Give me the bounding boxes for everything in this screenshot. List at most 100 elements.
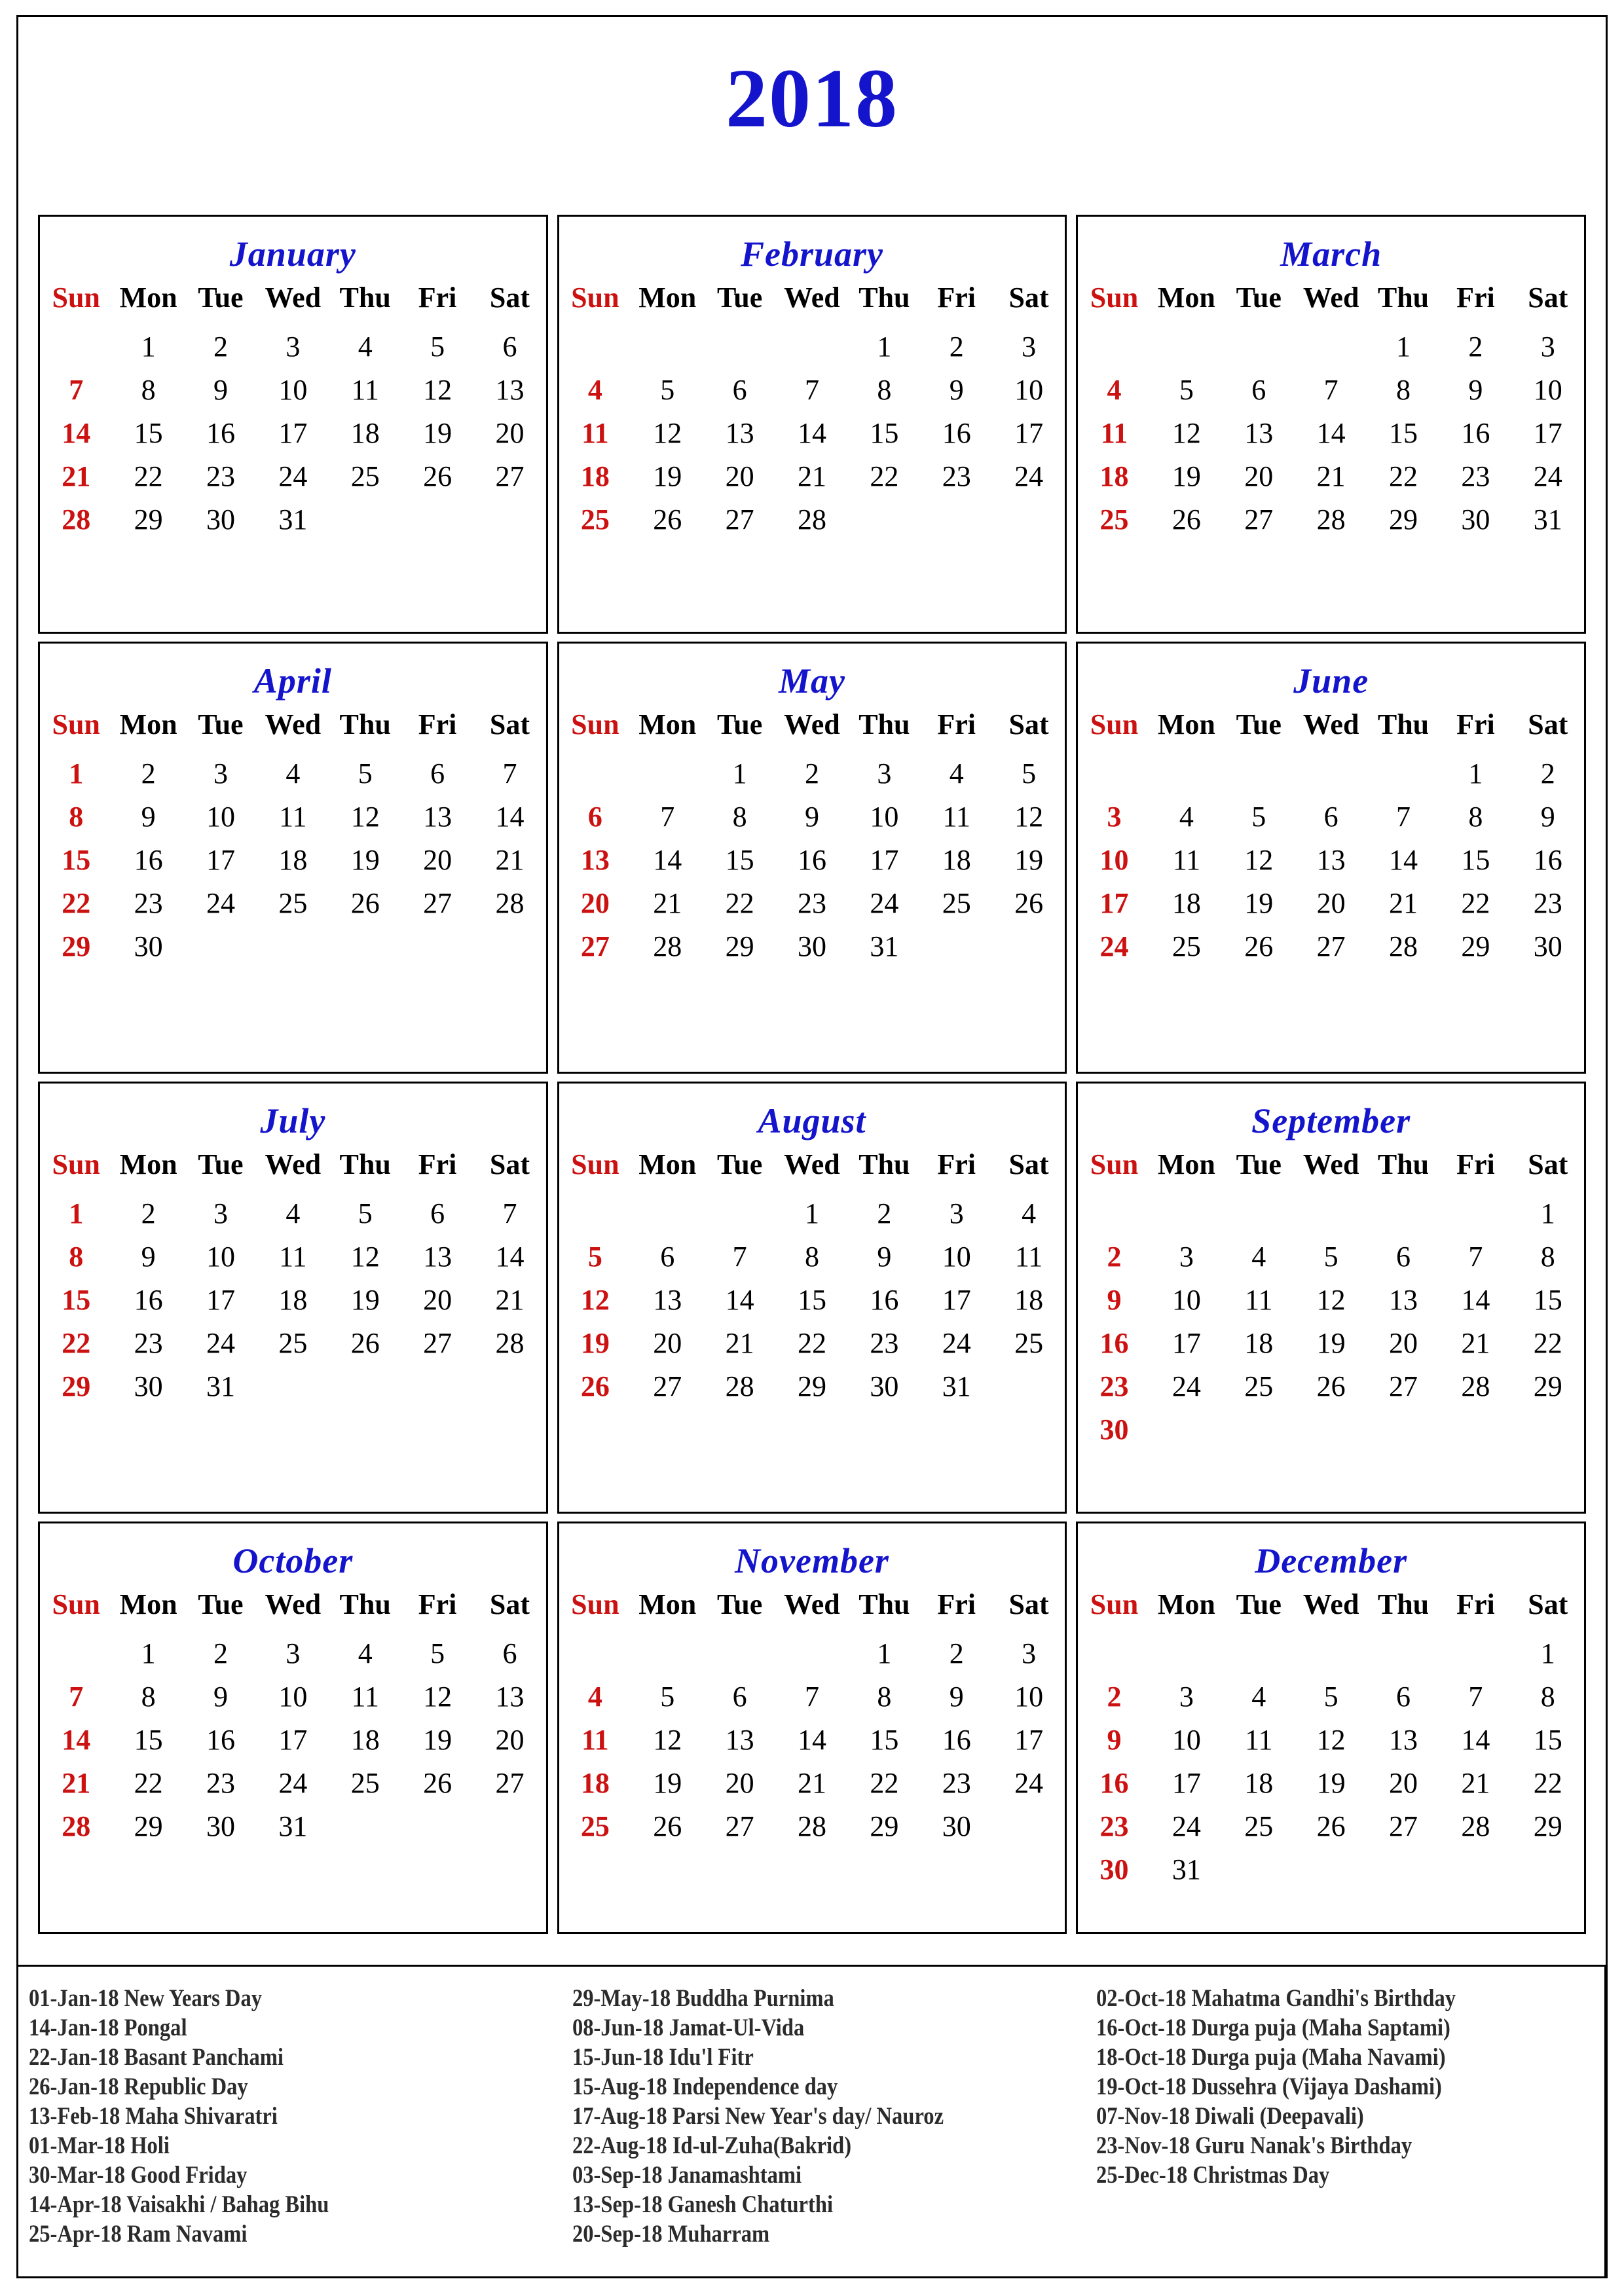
day-cell[interactable]: 20	[703, 454, 775, 498]
day-cell[interactable]: 18	[257, 838, 329, 881]
day-cell[interactable]: 4	[257, 1192, 329, 1235]
day-cell[interactable]: 24	[993, 454, 1065, 498]
day-cell[interactable]: 22	[1367, 454, 1439, 498]
day-cell[interactable]: 16	[1078, 1761, 1150, 1804]
day-cell[interactable]: 6	[473, 1631, 545, 1675]
day-cell[interactable]: 2	[1512, 752, 1584, 795]
day-cell[interactable]: 16	[921, 1718, 993, 1761]
day-cell[interactable]: 30	[112, 1364, 184, 1408]
day-cell[interactable]: 31	[257, 1804, 329, 1848]
day-cell[interactable]: 2	[848, 1192, 920, 1235]
day-cell[interactable]: 23	[1439, 454, 1511, 498]
day-cell[interactable]: 25	[1223, 1364, 1295, 1408]
day-cell[interactable]: 10	[185, 1235, 257, 1278]
day-cell[interactable]: 20	[1367, 1321, 1439, 1364]
day-cell[interactable]: 21	[1367, 881, 1439, 924]
day-cell[interactable]: 9	[112, 1235, 184, 1278]
day-cell[interactable]: 20	[401, 1278, 473, 1321]
day-cell[interactable]: 26	[329, 1321, 401, 1364]
day-cell[interactable]: 7	[1439, 1235, 1511, 1278]
day-cell[interactable]: 19	[631, 454, 703, 498]
day-cell[interactable]: 4	[1078, 368, 1150, 411]
day-cell[interactable]: 7	[1439, 1675, 1511, 1718]
day-cell[interactable]: 27	[473, 1761, 545, 1804]
day-cell[interactable]: 20	[1223, 454, 1295, 498]
day-cell[interactable]: 23	[112, 881, 184, 924]
day-cell[interactable]: 30	[848, 1364, 920, 1408]
day-cell[interactable]: 3	[185, 1192, 257, 1235]
day-cell[interactable]: 15	[1512, 1718, 1584, 1761]
day-cell[interactable]: 20	[1367, 1761, 1439, 1804]
day-cell[interactable]: 26	[993, 881, 1065, 924]
day-cell[interactable]: 28	[1295, 498, 1367, 541]
day-cell[interactable]: 29	[112, 498, 184, 541]
day-cell[interactable]: 9	[776, 795, 848, 838]
day-cell[interactable]: 21	[776, 454, 848, 498]
day-cell[interactable]: 21	[473, 1278, 545, 1321]
day-cell[interactable]: 7	[776, 368, 848, 411]
day-cell[interactable]: 5	[329, 752, 401, 795]
day-cell[interactable]: 21	[703, 1321, 775, 1364]
day-cell[interactable]: 17	[257, 411, 329, 454]
day-cell[interactable]: 16	[185, 411, 257, 454]
day-cell[interactable]: 1	[1512, 1192, 1584, 1235]
day-cell[interactable]: 17	[993, 411, 1065, 454]
day-cell[interactable]: 26	[631, 1804, 703, 1848]
day-cell[interactable]: 26	[631, 498, 703, 541]
day-cell[interactable]: 24	[1512, 454, 1584, 498]
day-cell[interactable]: 29	[112, 1804, 184, 1848]
day-cell[interactable]: 3	[1078, 795, 1150, 838]
day-cell[interactable]: 2	[185, 1631, 257, 1675]
day-cell[interactable]: 27	[401, 881, 473, 924]
day-cell[interactable]: 10	[1151, 1718, 1223, 1761]
day-cell[interactable]: 28	[703, 1364, 775, 1408]
day-cell[interactable]: 5	[401, 1631, 473, 1675]
day-cell[interactable]: 11	[257, 1235, 329, 1278]
day-cell[interactable]: 6	[1223, 368, 1295, 411]
day-cell[interactable]: 2	[776, 752, 848, 795]
day-cell[interactable]: 25	[257, 1321, 329, 1364]
day-cell[interactable]: 10	[848, 795, 920, 838]
day-cell[interactable]: 9	[1512, 795, 1584, 838]
day-cell[interactable]: 1	[848, 1631, 920, 1675]
day-cell[interactable]: 21	[1439, 1761, 1511, 1804]
day-cell[interactable]: 5	[1295, 1675, 1367, 1718]
day-cell[interactable]: 1	[1367, 325, 1439, 368]
day-cell[interactable]: 9	[112, 795, 184, 838]
day-cell[interactable]: 18	[1151, 881, 1223, 924]
day-cell[interactable]: 6	[473, 325, 545, 368]
day-cell[interactable]: 18	[559, 454, 631, 498]
day-cell[interactable]: 3	[1151, 1675, 1223, 1718]
day-cell[interactable]: 29	[1367, 498, 1439, 541]
day-cell[interactable]: 3	[1512, 325, 1584, 368]
day-cell[interactable]: 25	[329, 454, 401, 498]
day-cell[interactable]: 14	[703, 1278, 775, 1321]
day-cell[interactable]: 9	[1078, 1278, 1150, 1321]
day-cell[interactable]: 24	[1151, 1804, 1223, 1848]
day-cell[interactable]: 1	[848, 325, 920, 368]
day-cell[interactable]: 13	[703, 411, 775, 454]
day-cell[interactable]: 23	[1078, 1804, 1150, 1848]
day-cell[interactable]: 9	[185, 1675, 257, 1718]
day-cell[interactable]: 10	[1512, 368, 1584, 411]
day-cell[interactable]: 2	[112, 752, 184, 795]
day-cell[interactable]: 23	[1512, 881, 1584, 924]
day-cell[interactable]: 12	[329, 1235, 401, 1278]
day-cell[interactable]: 26	[1295, 1804, 1367, 1848]
day-cell[interactable]: 21	[473, 838, 545, 881]
day-cell[interactable]: 8	[1439, 795, 1511, 838]
day-cell[interactable]: 8	[40, 795, 112, 838]
day-cell[interactable]: 30	[1512, 924, 1584, 968]
day-cell[interactable]: 13	[401, 795, 473, 838]
day-cell[interactable]: 22	[1512, 1761, 1584, 1804]
day-cell[interactable]: 11	[1078, 411, 1150, 454]
day-cell[interactable]: 11	[559, 1718, 631, 1761]
day-cell[interactable]: 30	[185, 1804, 257, 1848]
day-cell[interactable]: 24	[848, 881, 920, 924]
day-cell[interactable]: 3	[848, 752, 920, 795]
day-cell[interactable]: 19	[559, 1321, 631, 1364]
day-cell[interactable]: 8	[703, 795, 775, 838]
day-cell[interactable]: 15	[112, 411, 184, 454]
day-cell[interactable]: 17	[1078, 881, 1150, 924]
day-cell[interactable]: 6	[401, 1192, 473, 1235]
